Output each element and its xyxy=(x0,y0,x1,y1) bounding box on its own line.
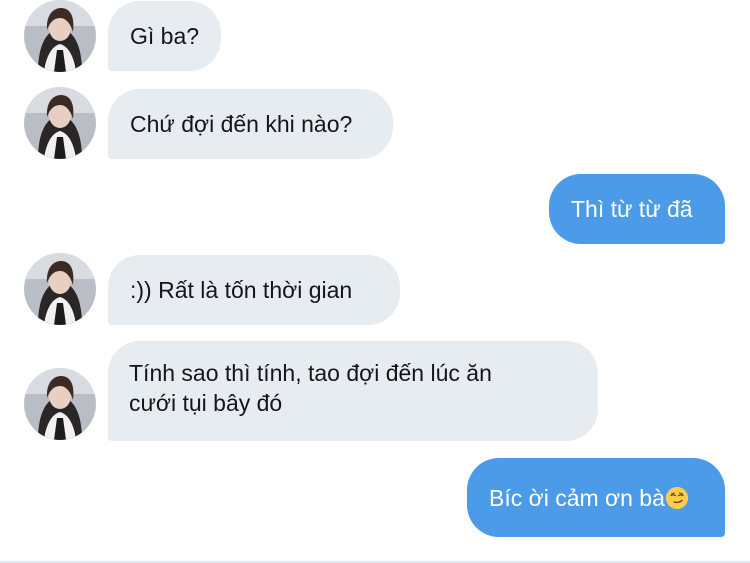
incoming-message[interactable]: Gì ba? xyxy=(108,1,221,71)
smirking-face-icon xyxy=(665,487,688,509)
outgoing-message[interactable]: Bíc ời cảm ơn bà xyxy=(467,458,725,537)
message-text-line: Tính sao thì tính, tao đợi đến lúc ăn xyxy=(129,360,492,386)
message-text-line: cưới tụi bây đó xyxy=(129,390,283,416)
profile-photo-icon xyxy=(24,253,96,325)
incoming-message[interactable]: :)) Rất là tốn thời gian xyxy=(108,255,400,325)
message-text: :)) Rất là tốn thời gian xyxy=(130,277,353,303)
incoming-message[interactable]: Chứ đợi đến khi nào? xyxy=(108,89,393,159)
avatar[interactable] xyxy=(24,87,96,159)
profile-photo-icon xyxy=(24,368,96,440)
incoming-message[interactable]: Tính sao thì tính, tao đợi đến lúc ăn cư… xyxy=(108,341,598,441)
avatar[interactable] xyxy=(24,368,96,440)
avatar[interactable] xyxy=(24,0,96,72)
profile-photo-icon xyxy=(24,0,96,72)
message-text: Chứ đợi đến khi nào? xyxy=(130,111,353,137)
profile-photo-icon xyxy=(24,87,96,159)
message-text: Bíc ời cảm ơn bà xyxy=(489,485,665,511)
avatar[interactable] xyxy=(24,253,96,325)
message-thread: Gì ba? Chứ đợi đến khi nào? Thì từ từ đã xyxy=(0,0,750,563)
outgoing-message[interactable]: Thì từ từ đã xyxy=(549,174,725,244)
message-text: Thì từ từ đã xyxy=(571,196,693,222)
message-text: Gì ba? xyxy=(130,23,200,49)
